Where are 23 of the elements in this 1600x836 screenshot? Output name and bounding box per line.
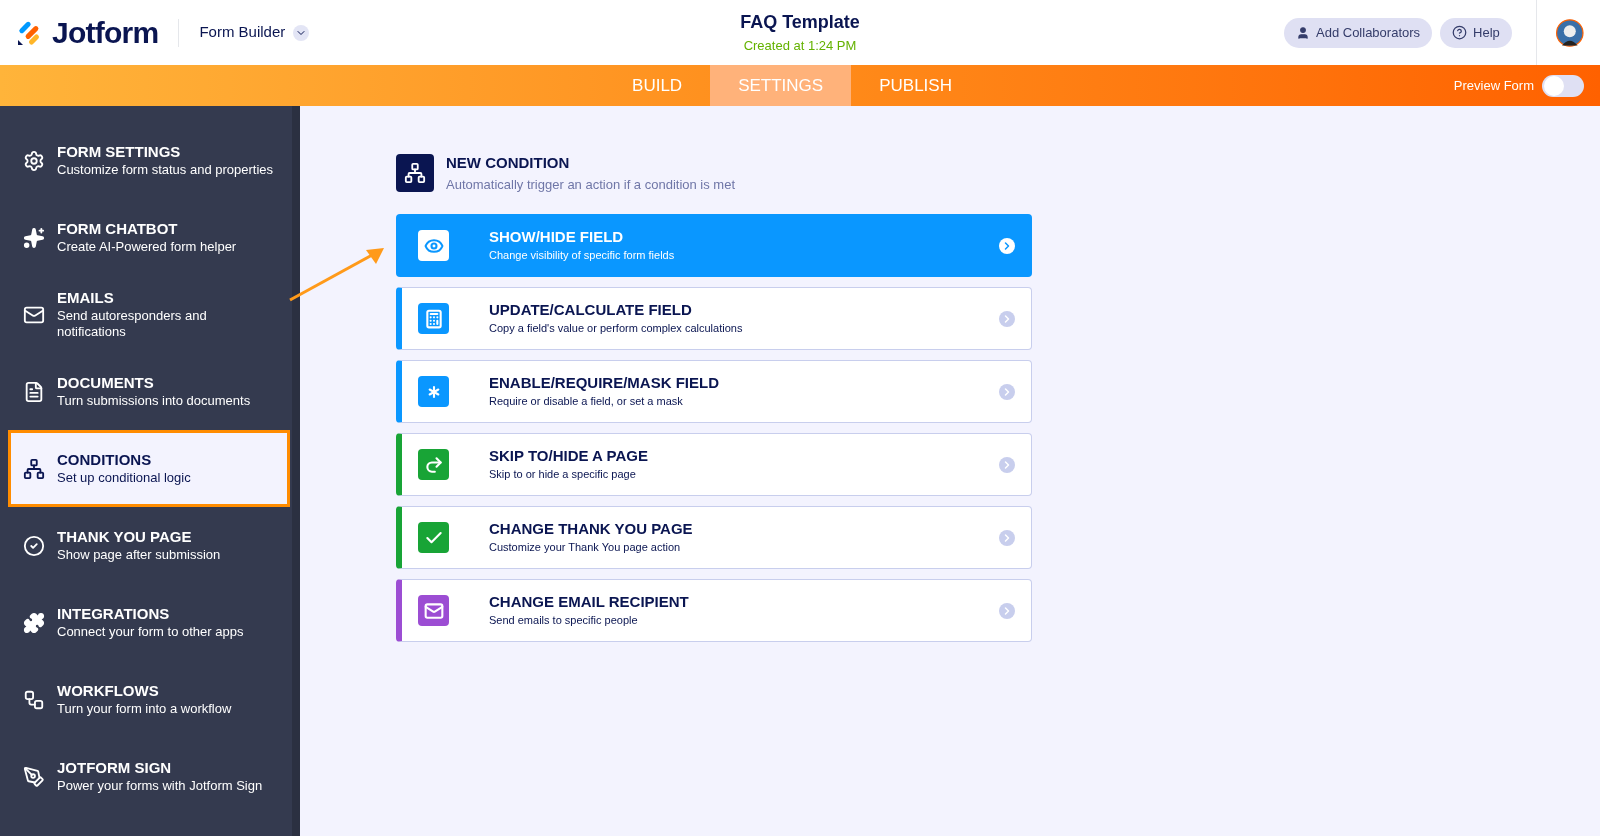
created-time: Created at 1:24 PM xyxy=(743,37,857,56)
sidebar-item[interactable]: WORKFLOWS Turn your form into a workflow xyxy=(8,661,290,738)
sidebar-item[interactable]: INTEGRATIONS Connect your form to other apps xyxy=(8,584,290,661)
sidebar-item[interactable]: FORM SETTINGS Customize form status and properties xyxy=(8,122,290,199)
help-button[interactable]: Help xyxy=(1440,17,1512,48)
section-title: NEW CONDITION xyxy=(446,153,571,173)
preview-form-label: Preview Form xyxy=(1453,76,1534,95)
condition-option[interactable]: SKIP TO/HIDE A PAGE Skip to or hide a specific page xyxy=(396,433,1032,496)
sidebar-item[interactable]: THANK YOU PAGE Show page after submission xyxy=(8,507,290,584)
condition-option[interactable]: CHANGE EMAIL RECIPIENT Send emails to specific people xyxy=(396,579,1032,642)
sidebar-item[interactable]: DOCUMENTS Turn submissions into documents xyxy=(8,353,290,430)
condition-option[interactable]: CHANGE THANK YOU PAGE Customize your Thank You page action xyxy=(396,506,1032,569)
form-title: FAQ Template xyxy=(740,11,860,35)
sidebar-item[interactable]: JOTFORM SIGN Power your forms with Jotform Sign xyxy=(8,738,290,815)
sidebar-item[interactable]: EMAILS Send autoresponders and notifications xyxy=(8,276,290,353)
section-description: Automatically trigger an action if a condition is met xyxy=(446,175,736,194)
add-collaborators-button[interactable]: Add Collaborators xyxy=(1284,17,1433,48)
sidebar-item[interactable]: FORM CHATBOT Create AI-Powered form helper xyxy=(8,199,290,276)
brand-name[interactable]: Jotform xyxy=(52,10,159,55)
condition-option[interactable]: UPDATE/CALCULATE FIELD Copy a field's value or perform complex calculations xyxy=(396,287,1032,350)
form-builder-menu[interactable]: Form Builder xyxy=(199,21,310,44)
condition-option[interactable]: ENABLE/REQUIRE/MASK FIELD Require or disable a field, or set a mask xyxy=(396,360,1032,423)
sidebar-item[interactable]: CONDITIONS Set up conditional logic xyxy=(8,430,290,507)
